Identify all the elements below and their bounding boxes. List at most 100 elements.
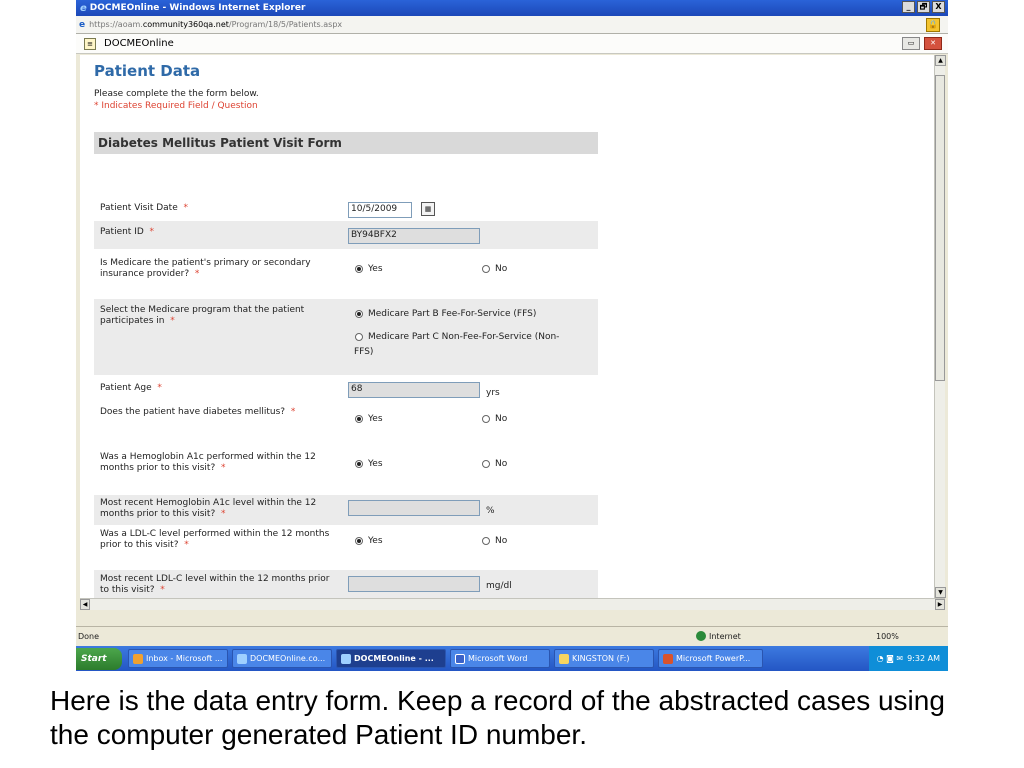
security-zone: Internet: [696, 631, 741, 641]
close-button[interactable]: X: [932, 1, 945, 13]
program-ffs-radio[interactable]: Medicare Part B Fee-For-Service (FFS): [355, 309, 536, 319]
clock: 9:32 AM: [907, 654, 940, 663]
url-host: community360qa.net: [142, 20, 229, 29]
intro-text: Please complete the the form below. * In…: [94, 88, 259, 112]
restore-icon[interactable]: ▭: [902, 37, 920, 50]
age-row: Patient Age * 68 yrs: [94, 378, 598, 400]
radio-empty-icon: [482, 265, 490, 273]
age-unit: yrs: [486, 388, 500, 398]
tab-page-icon: ≡: [84, 37, 96, 50]
a1c-yes-radio[interactable]: Yes: [355, 459, 383, 469]
diabetes-no-radio[interactable]: No: [482, 414, 507, 424]
taskbar-item-word[interactable]: Microsoft Word: [450, 649, 550, 668]
a1c-level-row: Most recent Hemoglobin A1c level within …: [94, 495, 598, 525]
url-prefix: https://: [89, 20, 118, 29]
radio-selected-icon: [355, 310, 363, 318]
window-title-bar: e DOCMEOnline - Windows Internet Explore…: [76, 0, 948, 16]
url-host-sub: aoam.: [117, 20, 143, 29]
lock-icon[interactable]: 🔒: [926, 18, 940, 32]
tab-close-icon[interactable]: ✕: [924, 37, 942, 50]
taskbar-item-powerpoint[interactable]: Microsoft PowerP...: [658, 649, 763, 668]
medicare-row: Is Medicare the patient's primary or sec…: [94, 252, 598, 296]
ldl-no-radio[interactable]: No: [482, 536, 507, 546]
window-title: DOCMEOnline - Windows Internet Explorer: [89, 3, 306, 13]
scroll-thumb[interactable]: [935, 75, 945, 381]
form-title: Diabetes Mellitus Patient Visit Form: [94, 132, 598, 154]
a1c-performed-row: Was a Hemoglobin A1c performed within th…: [94, 448, 598, 492]
address-bar[interactable]: e https://aoam. community360qa.net/Progra…: [76, 16, 948, 34]
status-text: Done: [78, 632, 100, 641]
word-icon: [455, 653, 465, 664]
ldl-level-label: Most recent LDL-C level within the 12 mo…: [100, 574, 330, 595]
required-note: * Indicates Required Field / Question: [94, 101, 258, 111]
patient-id-field: BY94BFX2: [348, 228, 480, 244]
slide-caption: Here is the data entry form. Keep a reco…: [50, 685, 945, 750]
diabetes-row: Does the patient have diabetes mellitus?…: [94, 403, 598, 447]
vertical-scrollbar[interactable]: ▲ ▼: [934, 55, 946, 598]
program-nonffs-radio[interactable]: Medicare Part C Non-Fee-For-Service (Non…: [354, 330, 585, 360]
radio-empty-icon: [482, 415, 490, 423]
medicare-no-radio[interactable]: No: [482, 264, 507, 274]
scroll-right-icon[interactable]: ▶: [935, 599, 945, 610]
radio-selected-icon: [355, 415, 363, 423]
radio-selected-icon: [355, 460, 363, 468]
page-icon: e: [79, 19, 86, 30]
taskbar-item-kingston[interactable]: KINGSTON (F:): [554, 649, 654, 668]
medicare-program-label: Select the Medicare program that the pat…: [100, 305, 305, 326]
scroll-left-icon[interactable]: ◀: [80, 599, 90, 610]
radio-empty-icon: [482, 460, 490, 468]
ie-icon: [237, 653, 247, 664]
ldl-yes-radio[interactable]: Yes: [355, 536, 383, 546]
folder-icon: [559, 653, 569, 664]
a1c-no-radio[interactable]: No: [482, 459, 507, 469]
a1c-level-label: Most recent Hemoglobin A1c level within …: [100, 498, 317, 519]
medicare-yes-radio[interactable]: Yes: [355, 264, 383, 274]
age-label: Patient Age *: [100, 383, 162, 393]
globe-icon: [696, 631, 706, 641]
scroll-down-icon[interactable]: ▼: [935, 587, 946, 598]
minimize-button[interactable]: _: [902, 1, 915, 13]
a1c-performed-label: Was a Hemoglobin A1c performed within th…: [100, 452, 316, 473]
page-content: Patient Data Please complete the the for…: [80, 55, 934, 598]
ldl-performed-row: Was a LDL-C level performed within the 1…: [94, 526, 598, 570]
window-controls: _ 🗗 X: [902, 1, 945, 13]
status-bar: Done Internet 100%: [76, 626, 948, 646]
taskbar-item-docmeonline-co[interactable]: DOCMEOnline.co...: [232, 649, 332, 668]
ldl-level-row: Most recent LDL-C level within the 12 mo…: [94, 570, 598, 598]
visit-date-input[interactable]: 10/5/2009: [348, 202, 412, 218]
outlook-icon: [133, 653, 143, 664]
powerpoint-icon: [663, 653, 673, 664]
taskbar-item-docmeonline[interactable]: DOCMEOnline - ...: [336, 649, 446, 668]
taskbar-item-inbox[interactable]: Inbox - Microsoft ...: [128, 649, 228, 668]
zoom-level[interactable]: 100%: [876, 632, 899, 641]
radio-selected-icon: [355, 265, 363, 273]
intro-line: Please complete the the form below.: [94, 89, 259, 99]
system-tray: ◔ ◙ ✉ 9:32 AM: [868, 646, 948, 671]
horizontal-scrollbar[interactable]: ◀ ▶: [80, 598, 945, 610]
tab-title[interactable]: DOCMEOnline: [104, 38, 174, 49]
age-field: 68: [348, 382, 480, 398]
maximize-button[interactable]: 🗗: [917, 1, 930, 13]
scroll-up-icon[interactable]: ▲: [935, 55, 946, 66]
medicare-program-row: Select the Medicare program that the pat…: [94, 299, 598, 375]
diabetes-yes-radio[interactable]: Yes: [355, 414, 383, 424]
browser-screenshot: e DOCMEOnline - Windows Internet Explore…: [76, 0, 948, 671]
radio-empty-icon: [482, 537, 490, 545]
ie-icon: [341, 653, 351, 664]
ldl-level-input[interactable]: [348, 576, 480, 592]
patient-id-label: Patient ID *: [100, 227, 155, 237]
visit-date-label: Patient Visit Date *: [100, 203, 188, 213]
radio-selected-icon: [355, 537, 363, 545]
ldl-unit: mg/dl: [486, 581, 512, 591]
a1c-level-input[interactable]: [348, 500, 480, 516]
taskbar: Start Inbox - Microsoft ... DOCMEOnline.…: [76, 646, 948, 671]
visit-date-row: Patient Visit Date * 10/5/2009 ▦: [94, 196, 598, 218]
calendar-icon[interactable]: ▦: [421, 202, 435, 216]
medicare-label: Is Medicare the patient's primary or sec…: [100, 258, 311, 279]
start-button[interactable]: Start: [76, 647, 122, 670]
ie-logo-icon: e: [80, 2, 87, 14]
a1c-unit: %: [486, 506, 495, 516]
ldl-performed-label: Was a LDL-C level performed within the 1…: [100, 529, 330, 550]
tab-row: ≡ DOCMEOnline ▭ ✕: [76, 34, 948, 54]
tray-icons: ◔ ◙ ✉: [876, 654, 904, 663]
